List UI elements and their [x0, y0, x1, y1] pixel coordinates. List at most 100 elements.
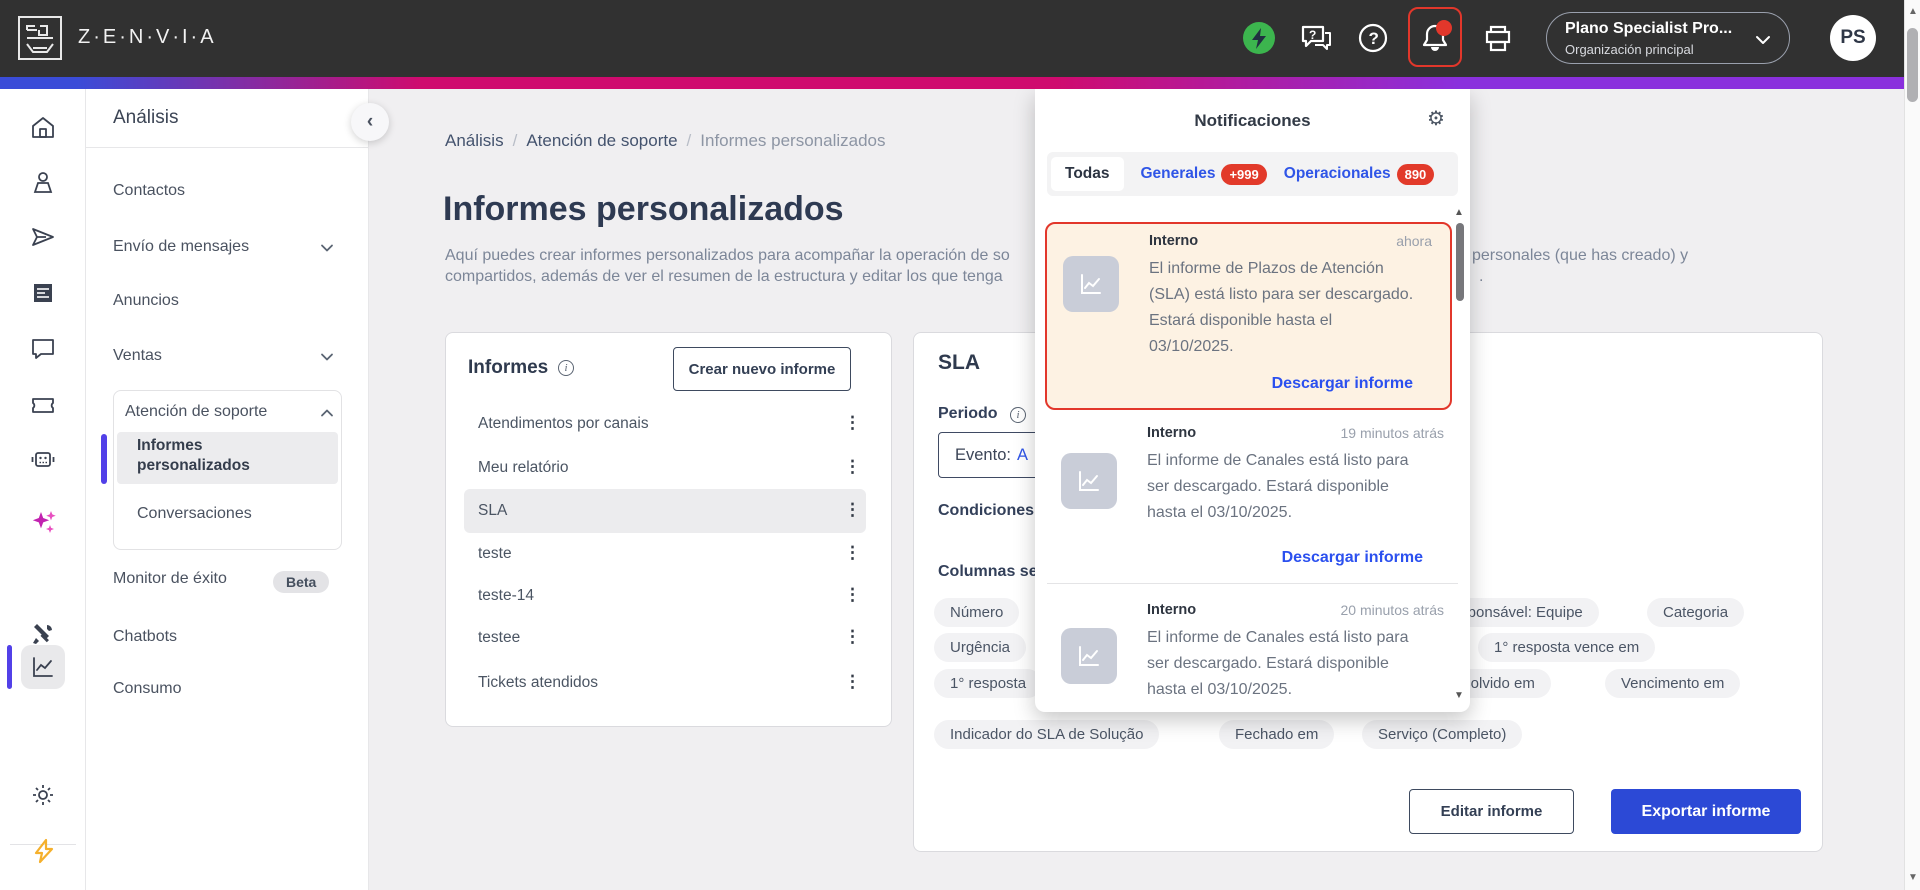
- settings-gear-icon[interactable]: [30, 782, 56, 808]
- kebab-menu-icon[interactable]: ⋮: [844, 500, 861, 520]
- active-item-indicator: [101, 434, 107, 484]
- chat-icon[interactable]: [30, 335, 56, 361]
- notification-source: Interno: [1147, 602, 1197, 618]
- notification-divider: [1047, 583, 1458, 584]
- ticket-icon[interactable]: [30, 391, 56, 417]
- analysis-sidebar: Análisis ‹ Contactos Envío de mensajes A…: [86, 89, 389, 890]
- tools-icon[interactable]: [30, 621, 56, 647]
- sidebar-item-contactos[interactable]: Contactos: [113, 182, 185, 200]
- edit-report-button[interactable]: Editar informe: [1409, 789, 1574, 834]
- sidebar-item-consumo[interactable]: Consumo: [113, 680, 181, 698]
- chatbot-icon[interactable]: [30, 446, 56, 472]
- tab-operacionales[interactable]: Operacionales 890: [1283, 163, 1435, 185]
- report-row-testee[interactable]: testee: [478, 629, 520, 647]
- page-title: Informes personalizados: [443, 190, 844, 228]
- sidebar-item-ventas[interactable]: Ventas: [113, 347, 162, 365]
- scroll-up-icon[interactable]: ▲: [1454, 207, 1464, 218]
- sidebar-collapse-button[interactable]: ‹: [351, 103, 389, 141]
- breadcrumb-analisis[interactable]: Análisis: [445, 131, 504, 150]
- notification-time: ahora: [1396, 233, 1432, 249]
- kebab-menu-icon[interactable]: ⋮: [844, 543, 861, 563]
- periodo-label: Periodo: [938, 405, 998, 422]
- announcements-icon[interactable]: [30, 280, 56, 306]
- report-row-tickets-atendidos[interactable]: Tickets atendidos: [478, 674, 598, 692]
- notification-body: El informe de Plazos de Atención (SLA) e…: [1149, 260, 1414, 355]
- tab-generales-label: Generales: [1140, 165, 1216, 182]
- breadcrumb-separator: /: [512, 131, 518, 150]
- notifications-bell-button[interactable]: [1413, 16, 1457, 60]
- report-row-meu-relatorio[interactable]: Meu relatório: [478, 459, 568, 477]
- sidebar-item-anuncios[interactable]: Anuncios: [113, 292, 179, 310]
- column-chip-numero: Número: [934, 598, 1020, 627]
- tab-generales[interactable]: Generales +999: [1140, 163, 1267, 185]
- evento-value: A: [1016, 445, 1028, 464]
- analytics-icon-active[interactable]: [21, 645, 65, 689]
- column-chip-fechado-em: Fechado em: [1219, 720, 1335, 749]
- breadcrumb: Análisis / Atención de soporte / Informes pe…: [445, 131, 886, 151]
- operacionales-count-badge: 890: [1396, 163, 1435, 185]
- sidebar-item-monitor-de-exito[interactable]: Monitor de éxito: [113, 570, 227, 588]
- kebab-menu-icon[interactable]: ⋮: [844, 413, 861, 433]
- status-lightning-button[interactable]: [1237, 16, 1281, 60]
- notification-item-highlighted[interactable]: Interno ahora El informe de Plazos de At…: [1045, 222, 1452, 410]
- chevron-up-icon: [321, 409, 333, 417]
- export-report-button[interactable]: Exportar informe: [1611, 789, 1801, 834]
- generales-count-badge: +999: [1221, 163, 1267, 185]
- page-description-line1: Aquí puedes crear informes personalizado…: [445, 247, 1010, 264]
- page-scrollbar-thumb[interactable]: [1907, 28, 1918, 102]
- notification-item[interactable]: Interno 20 minutos atrás El informe de C…: [1035, 594, 1470, 712]
- info-icon[interactable]: i: [1010, 407, 1026, 423]
- report-row-atendimentos[interactable]: Atendimentos por canais: [478, 415, 649, 433]
- panel-scrollbar-thumb[interactable]: [1456, 223, 1464, 301]
- icon-rail: [0, 89, 86, 890]
- plan-name: Plano Specialist Pro...: [1565, 20, 1733, 37]
- top-bar: Z·E·N·V·I·A ? ? Plano Specialist Pro... …: [0, 0, 1920, 77]
- download-report-link[interactable]: Descargar informe: [1282, 549, 1423, 567]
- home-icon[interactable]: [30, 115, 56, 141]
- notifications-settings-gear-icon[interactable]: ⚙: [1427, 106, 1445, 131]
- breadcrumb-separator: /: [686, 131, 692, 150]
- plan-selector[interactable]: Plano Specialist Pro... Organización pri…: [1546, 12, 1790, 64]
- zenvia-logo-text: Z·E·N·V·I·A: [78, 26, 217, 48]
- notification-time: 20 minutos atrás: [1340, 602, 1445, 618]
- breadcrumb-atencion-de-soporte[interactable]: Atención de soporte: [526, 131, 677, 150]
- tab-todas[interactable]: Todas: [1051, 157, 1124, 191]
- report-row-selected-bg: [464, 489, 866, 533]
- column-chip-vencimento-em: Vencimento em: [1605, 669, 1741, 698]
- kebab-menu-icon[interactable]: ⋮: [844, 672, 861, 692]
- notifications-tabs: Todas Generales +999 Operacionales 890: [1047, 152, 1458, 196]
- sidebar-item-chatbots[interactable]: Chatbots: [113, 628, 177, 646]
- chat-question-icon[interactable]: ?: [1294, 16, 1338, 60]
- sidebar-item-atencion-de-soporte[interactable]: Atención de soporte: [125, 403, 267, 421]
- scroll-down-icon[interactable]: ▼: [1454, 690, 1464, 701]
- contacts-icon[interactable]: [30, 169, 56, 195]
- create-report-button[interactable]: Crear nuevo informe: [673, 347, 851, 391]
- notifications-panel: Notificaciones ⚙ Todas Generales +999 Op…: [1035, 89, 1470, 712]
- reports-card-title: Informes: [468, 357, 549, 378]
- report-row-teste-14[interactable]: teste-14: [478, 587, 534, 605]
- sidebar-item-envio-de-mensajes[interactable]: Envío de mensajes: [113, 238, 249, 256]
- page-scrollbar[interactable]: ▲ ▼: [1904, 0, 1920, 890]
- sidebar-divider: [86, 147, 369, 148]
- scroll-up-icon[interactable]: ▲: [1908, 6, 1918, 17]
- tab-operacionales-label: Operacionales: [1283, 165, 1391, 182]
- notification-time: 19 minutos atrás: [1340, 425, 1445, 441]
- rail-active-indicator: [7, 645, 12, 689]
- kebab-menu-icon[interactable]: ⋮: [844, 457, 861, 477]
- user-avatar[interactable]: PS: [1830, 15, 1876, 61]
- print-icon[interactable]: [1476, 16, 1520, 60]
- notification-item[interactable]: Interno 19 minutos atrás El informe de C…: [1035, 419, 1470, 583]
- kebab-menu-icon[interactable]: ⋮: [844, 585, 861, 605]
- send-icon[interactable]: [30, 224, 56, 250]
- quick-actions-lightning-icon[interactable]: [30, 837, 58, 865]
- kebab-menu-icon[interactable]: ⋮: [844, 627, 861, 647]
- report-row-teste[interactable]: teste: [478, 545, 512, 563]
- info-icon[interactable]: i: [558, 360, 574, 376]
- help-icon[interactable]: ?: [1351, 16, 1395, 60]
- report-row-sla[interactable]: SLA: [478, 502, 507, 520]
- sidebar-item-conversaciones[interactable]: Conversaciones: [137, 505, 252, 523]
- ai-sparkles-icon[interactable]: [30, 508, 58, 536]
- download-report-link[interactable]: Descargar informe: [1272, 375, 1413, 393]
- scroll-down-icon[interactable]: ▼: [1908, 872, 1918, 883]
- column-chip-categoria: Categoria: [1647, 598, 1745, 627]
